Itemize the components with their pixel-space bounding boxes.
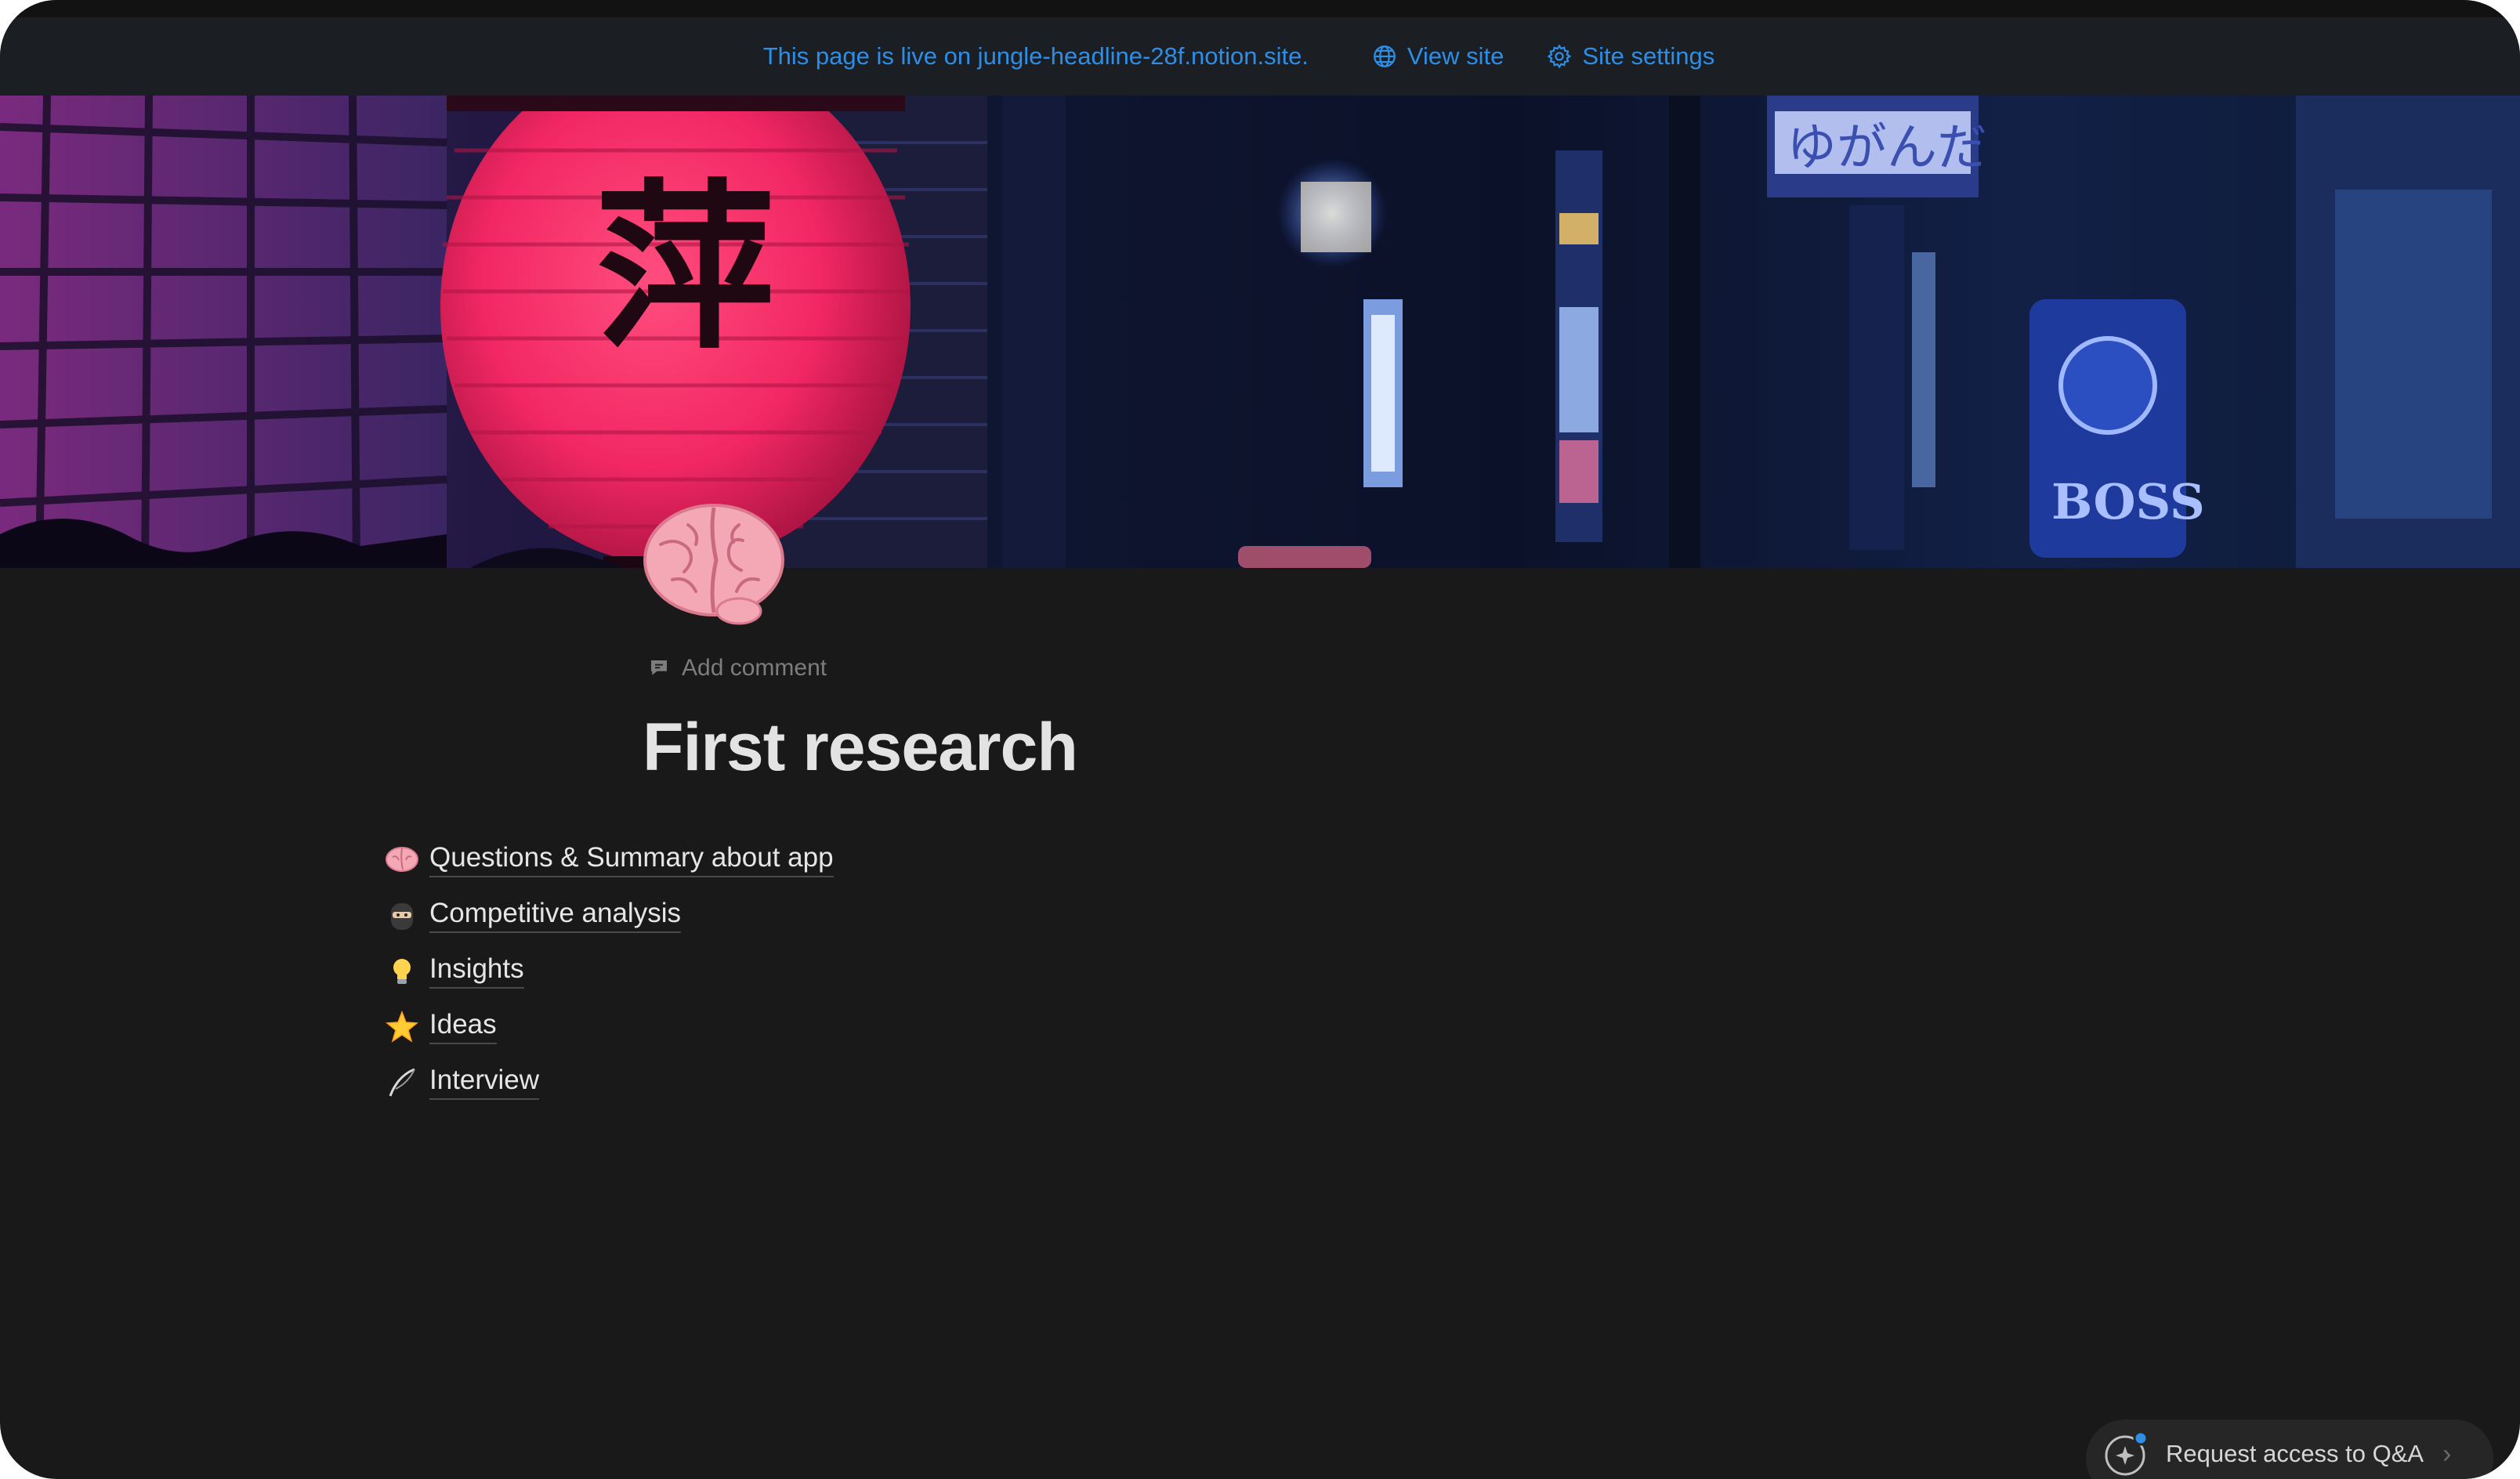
lightbulb-icon	[382, 952, 422, 991]
view-site-link[interactable]: View site	[1371, 42, 1504, 71]
subpage-link-competitive-analysis[interactable]: Competitive analysis	[382, 888, 834, 943]
subpage-label: Ideas	[429, 1009, 497, 1044]
subpage-link-insights[interactable]: Insights	[382, 943, 834, 999]
page-title[interactable]: First research	[643, 709, 1078, 787]
subpage-label: Competitive analysis	[429, 898, 681, 933]
subpage-list: Questions & Summary about app Competitiv…	[382, 832, 834, 1110]
sparkle-chat-icon	[2105, 1430, 2149, 1476]
gear-icon	[1547, 44, 1572, 69]
glowing-star-icon	[382, 1007, 422, 1047]
request-qa-label: Request access to Q&A	[2166, 1440, 2424, 1467]
svg-text:ゆがんだ: ゆがんだ	[1787, 119, 1987, 177]
brain-icon	[382, 841, 422, 880]
site-live-banner: This page is live on jungle-headline-28f…	[0, 17, 2520, 96]
subpage-label: Questions & Summary about app	[429, 842, 834, 877]
boss-sign: BOSS	[2051, 473, 2205, 530]
request-qa-access-button[interactable]: Request access to Q&A ›	[2086, 1419, 2493, 1479]
window-top-edge	[0, 0, 2520, 17]
globe-icon	[1374, 45, 1396, 67]
subpage-link-ideas[interactable]: Ideas	[382, 999, 834, 1054]
subpage-link-questions-summary[interactable]: Questions & Summary about app	[382, 832, 834, 888]
add-comment-button[interactable]: Add comment	[647, 655, 827, 682]
notion-window: This page is live on jungle-headline-28f…	[0, 0, 2520, 1479]
site-live-text: This page is live on jungle-headline-28f…	[762, 42, 1309, 70]
subpage-label: Interview	[429, 1065, 540, 1100]
add-comment-label: Add comment	[682, 655, 827, 681]
view-site-label: View site	[1407, 42, 1504, 70]
site-settings-label: Site settings	[1582, 42, 1715, 70]
subpage-link-interview[interactable]: Interview	[382, 1054, 834, 1110]
lantern-kanji: 萍	[596, 162, 776, 374]
subpage-label: Insights	[429, 953, 524, 989]
chevron-right-icon: ›	[2442, 1438, 2452, 1469]
comment-icon	[651, 660, 667, 675]
cover-image[interactable]: 萍 ゆがんだ BOSS	[0, 96, 2520, 568]
ninja-icon	[382, 896, 422, 935]
site-settings-link[interactable]: Site settings	[1546, 42, 1714, 71]
brain-icon[interactable]	[641, 501, 787, 627]
feather-icon	[382, 1063, 422, 1102]
